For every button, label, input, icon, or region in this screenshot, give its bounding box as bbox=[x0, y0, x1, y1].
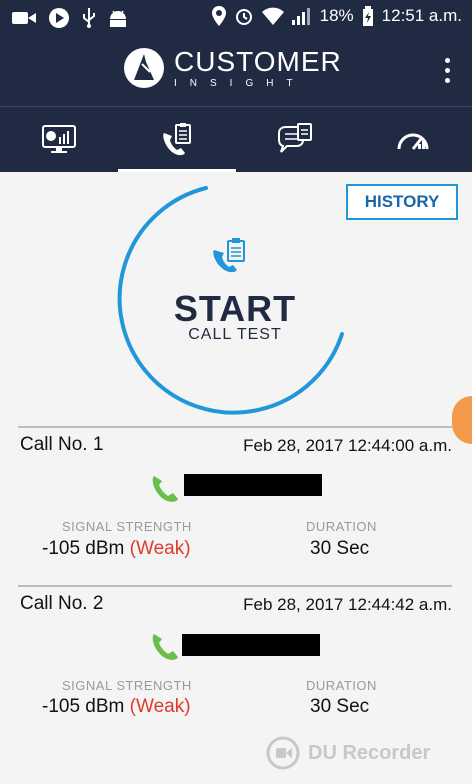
battery-charging-icon bbox=[362, 6, 373, 26]
divider bbox=[18, 585, 452, 587]
signal-strength-value: -105 dBm (Weak) bbox=[42, 538, 191, 560]
usb-icon bbox=[83, 8, 95, 28]
status-right: 18% 12:51 a.m. bbox=[211, 6, 462, 26]
start-subtitle: CALL TEST bbox=[188, 326, 282, 343]
overflow-menu-icon[interactable] bbox=[445, 58, 450, 83]
side-drawer-handle[interactable] bbox=[452, 396, 472, 444]
signal-icon bbox=[291, 8, 310, 25]
duration-value: 30 Sec bbox=[310, 538, 370, 559]
signal-strength-value: -105 dBm (Weak) bbox=[42, 696, 191, 718]
call-test-panel: HISTORY START CALL TEST Call No. 1 Feb 2… bbox=[0, 172, 472, 784]
battery-percent: 18% bbox=[319, 6, 354, 25]
logo-subtitle: INSIGHT bbox=[174, 77, 306, 89]
signal-dbm: -105 dBm bbox=[42, 696, 125, 717]
recorder-watermark: DU Recorder bbox=[266, 736, 430, 770]
logo-name: CUSTOMER bbox=[174, 45, 342, 77]
signal-dbm: -105 dBm bbox=[42, 538, 125, 559]
call-title: Call No. 2 bbox=[20, 593, 104, 614]
call-title: Call No. 1 bbox=[20, 434, 104, 455]
phone-icon bbox=[152, 476, 178, 502]
redacted-phone-number bbox=[184, 474, 322, 496]
signal-strength-label: SIGNAL STRENGTH bbox=[62, 519, 192, 534]
speedometer-icon bbox=[397, 133, 429, 150]
play-icon bbox=[49, 8, 69, 28]
duration-label: DURATION bbox=[306, 678, 377, 693]
status-left-icons bbox=[12, 7, 128, 29]
video-camera-icon bbox=[12, 12, 36, 24]
logo-text: CUSTOMER INSIGHT bbox=[174, 45, 342, 89]
redacted-phone-number bbox=[182, 634, 320, 656]
start-title[interactable]: START bbox=[152, 288, 318, 330]
tab-dashboard[interactable] bbox=[0, 107, 118, 173]
duration-value: 30 Sec bbox=[310, 696, 370, 717]
call-date: Feb 28, 2017 12:44:00 a.m. bbox=[243, 436, 452, 455]
logo-mark-icon bbox=[124, 48, 164, 88]
alarm-icon bbox=[235, 9, 252, 25]
divider bbox=[18, 426, 452, 428]
chat-clipboard-icon bbox=[278, 123, 312, 153]
history-button[interactable]: HISTORY bbox=[346, 184, 458, 220]
signal-strength-label: SIGNAL STRENGTH bbox=[62, 678, 192, 693]
app-bar: CUSTOMER INSIGHT bbox=[0, 34, 472, 106]
monitor-chart-icon bbox=[42, 125, 76, 153]
signal-quality: (Weak) bbox=[129, 696, 191, 717]
phone-icon bbox=[152, 634, 178, 660]
tab-speed-test[interactable] bbox=[354, 107, 472, 173]
tab-call-test[interactable] bbox=[118, 107, 236, 173]
recorder-logo-icon bbox=[266, 736, 300, 770]
call-date: Feb 28, 2017 12:44:42 a.m. bbox=[243, 595, 452, 614]
wifi-icon bbox=[261, 7, 284, 25]
duration-label: DURATION bbox=[306, 519, 377, 534]
status-bar: 18% 12:51 a.m. bbox=[0, 0, 472, 34]
call-test-icon bbox=[213, 238, 245, 273]
signal-quality: (Weak) bbox=[129, 538, 191, 559]
tab-bar bbox=[0, 106, 472, 173]
watermark-text: DU Recorder bbox=[308, 741, 431, 764]
location-icon bbox=[211, 6, 226, 26]
app-logo: CUSTOMER INSIGHT bbox=[122, 46, 342, 90]
clock-time: 12:51 a.m. bbox=[381, 6, 462, 25]
tab-messages[interactable] bbox=[236, 107, 354, 173]
android-icon bbox=[110, 10, 126, 27]
phone-clipboard-icon bbox=[163, 123, 191, 156]
